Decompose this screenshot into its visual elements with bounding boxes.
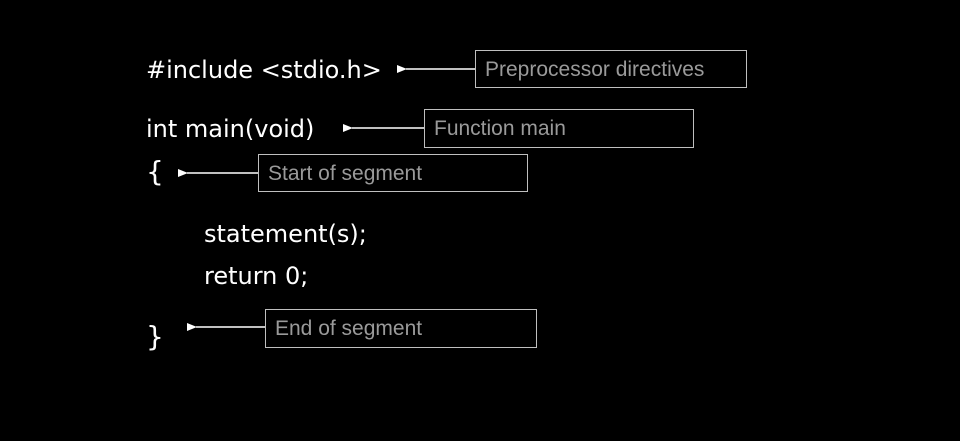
label-start-segment-text: Start of segment [268, 161, 423, 185]
label-end-segment-text: End of segment [275, 317, 423, 340]
label-end-of-segment: End of segment [265, 309, 537, 348]
code-structure-diagram: #include <stdio.h> int main(void) { stat… [0, 0, 960, 441]
label-function-main-text: Function main [434, 117, 566, 140]
label-start-of-segment: Start of segment [258, 154, 528, 192]
label-function-main: Function main [424, 109, 694, 148]
label-preprocessor-directives: Preprocessor directives [475, 50, 747, 88]
label-preprocessor-text: Preprocessor directives [485, 57, 705, 81]
